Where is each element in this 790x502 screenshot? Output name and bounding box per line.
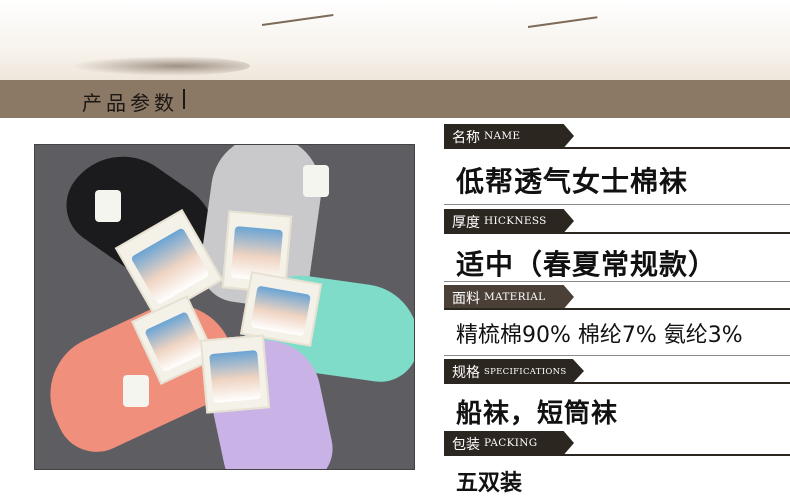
- decorative-header-band: [0, 0, 790, 80]
- spec-label-cn: 名称: [452, 130, 480, 146]
- spec-underline: [444, 232, 790, 234]
- spec-label-en: NAME: [484, 130, 521, 142]
- spec-label-en: HICKNESS: [484, 215, 547, 227]
- spec-value: 适中（春夏常规款）: [456, 248, 718, 281]
- spec-label-cn: 规格: [452, 365, 480, 381]
- spec-specifications: 规格 SPECIFICATIONS 船袜，短筒袜: [444, 359, 790, 429]
- spec-value: 五双装: [456, 471, 523, 496]
- spec-label-en: PACKING: [484, 437, 538, 449]
- spec-material: 面料 MATERIAL 精梳棉90% 棉纶7% 氨纶3%: [444, 285, 790, 361]
- section-title: 产品参数: [82, 91, 178, 115]
- spec-thickness: 厚度 HICKNESS 适中（春夏常规款）: [444, 209, 790, 285]
- brush-stroke-decoration: [261, 13, 334, 26]
- spec-packing: 包装 PACKING 五双装: [444, 431, 790, 502]
- spec-label: 面料 MATERIAL: [444, 285, 584, 309]
- section-title-bar: 产品参数: [0, 80, 790, 118]
- ink-wash-decoration: [70, 56, 250, 76]
- spec-underline: [444, 147, 790, 149]
- spec-label: 规格 SPECIFICATIONS: [444, 359, 594, 383]
- title-divider: [183, 89, 185, 109]
- spec-name: 名称 NAME 低帮透气女士棉袜: [444, 124, 790, 210]
- spec-value: 船袜，短筒袜: [456, 399, 619, 429]
- spec-label-en: MATERIAL: [484, 291, 546, 303]
- spec-divider: [444, 355, 790, 356]
- spec-label-cn: 包装: [452, 437, 480, 453]
- hang-tag: [303, 165, 329, 197]
- brush-stroke-decoration: [527, 16, 598, 28]
- packaging-card: [199, 334, 271, 414]
- spec-underline: [444, 454, 790, 456]
- spec-label-cn: 面料: [452, 291, 480, 307]
- spec-underline: [444, 382, 790, 384]
- hang-tag: [95, 190, 121, 222]
- spec-value: 精梳棉90% 棉纶7% 氨纶3%: [456, 323, 743, 348]
- spec-value: 低帮透气女士棉袜: [456, 165, 689, 198]
- spec-divider: [444, 281, 790, 282]
- hang-tag: [123, 375, 149, 407]
- spec-label: 名称 NAME: [444, 124, 584, 148]
- spec-divider: [444, 204, 790, 205]
- spec-underline: [444, 308, 790, 310]
- product-photo: [34, 144, 415, 470]
- spec-label-en: SPECIFICATIONS: [484, 367, 567, 377]
- spec-label-cn: 厚度: [452, 215, 480, 231]
- spec-label: 厚度 HICKNESS: [444, 209, 584, 233]
- spec-label: 包装 PACKING: [444, 431, 584, 455]
